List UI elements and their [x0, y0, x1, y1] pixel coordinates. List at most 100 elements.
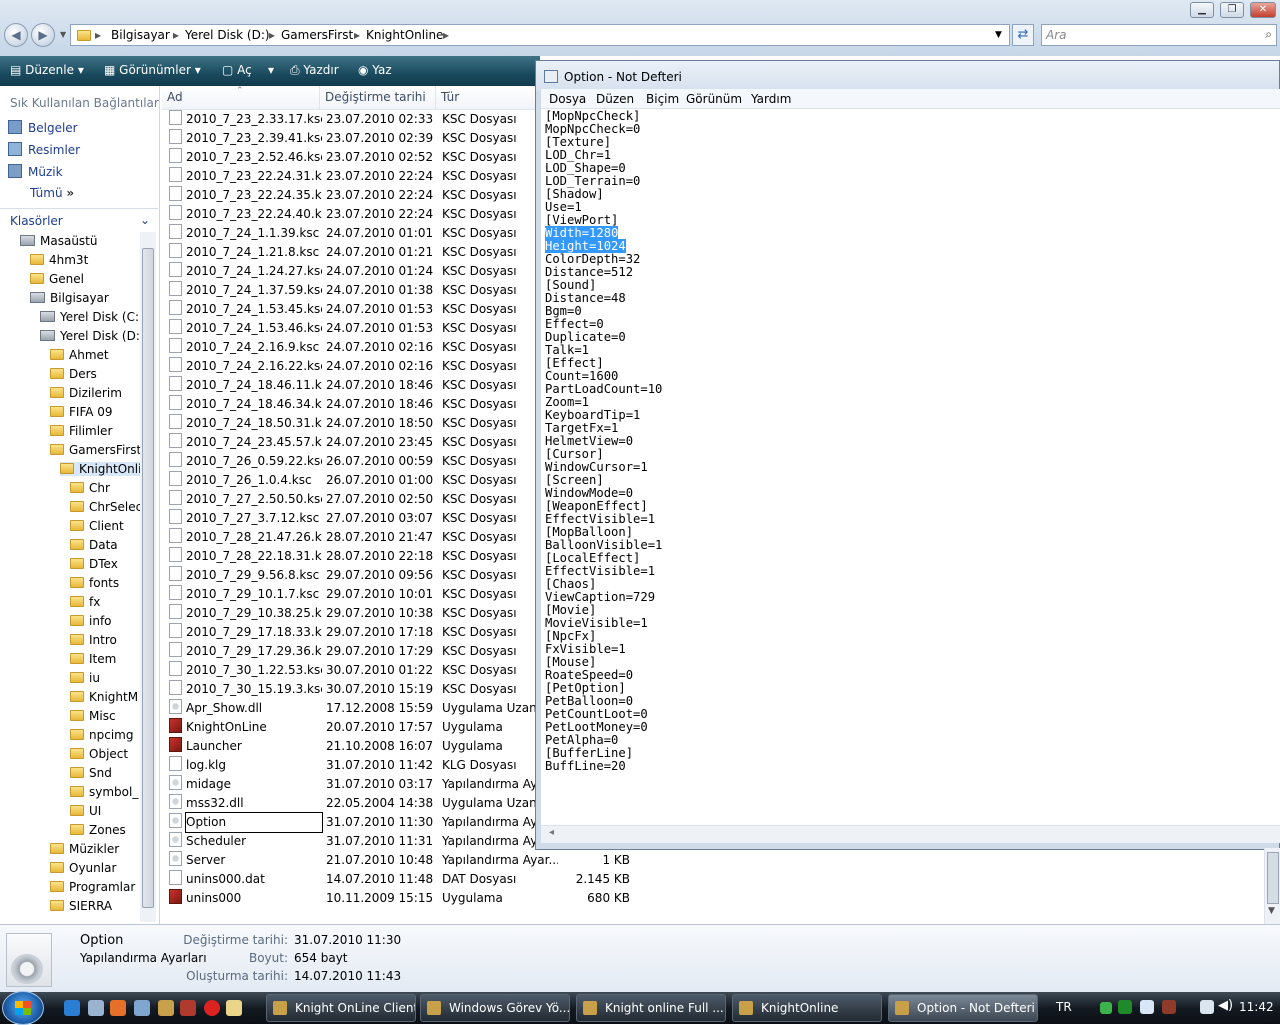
volume-icon[interactable]: ◀) — [1218, 998, 1233, 1013]
file-row[interactable]: unins000 10.11.2009 15:15 Uygulama 680 KB — [162, 889, 722, 908]
clock[interactable]: 11:42 — [1239, 1000, 1274, 1014]
favorite-all-link[interactable]: Tümü » — [30, 186, 74, 200]
scroll-left-icon[interactable]: ◂ — [549, 827, 554, 838]
favorite-documents[interactable]: Belgeler — [8, 120, 78, 135]
tree-folder[interactable]: fonts — [70, 576, 119, 590]
tree-scrollbar[interactable] — [140, 232, 156, 922]
refresh-button[interactable]: ⇄ — [1012, 24, 1034, 46]
network-icon[interactable] — [1100, 1002, 1112, 1014]
tree-folder[interactable]: 4hm3t — [30, 253, 88, 267]
search-input[interactable]: Ara ⌕ — [1041, 24, 1277, 46]
tree-folder[interactable]: Snd — [70, 766, 112, 780]
tree-folder[interactable]: KnightOnli — [60, 462, 146, 476]
taskbar-button[interactable]: Option - Not Defteri — [888, 994, 1038, 1022]
tree-folder[interactable]: Yerel Disk (C:) — [40, 310, 144, 324]
taskbar-button[interactable]: Knight online Full ... — [576, 994, 726, 1022]
address-field[interactable]: ▸ Bilgisayar ▸ Yerel Disk (D:) ▸ GamersF… — [70, 24, 1010, 46]
scroll-down-icon[interactable]: ▼ — [1268, 906, 1275, 916]
tree-folder[interactable]: SIERRA — [50, 899, 112, 913]
notepad-menu-item[interactable]: Düzen — [596, 92, 634, 106]
notepad-menu-item[interactable]: Yardım — [751, 92, 791, 106]
tree-folder[interactable]: Object — [70, 747, 128, 761]
taskbar-button[interactable]: Knight OnLine Client — [266, 994, 416, 1022]
tree-folder[interactable]: Misc — [70, 709, 116, 723]
tree-folder[interactable]: UI — [70, 804, 101, 818]
search-icon[interactable]: ⌕ — [1265, 27, 1272, 42]
language-indicator[interactable]: TR — [1056, 1000, 1072, 1014]
tree-folder[interactable]: KnightM — [70, 690, 138, 704]
folders-header[interactable]: Klasörler ⌄ — [0, 208, 158, 230]
tree-folder[interactable]: Yerel Disk (D:) — [40, 329, 145, 343]
chevron-down-icon[interactable]: ⌄ — [140, 213, 150, 227]
tree-folder[interactable]: Müzikler — [50, 842, 119, 856]
tray-monitor-icon[interactable] — [1140, 1000, 1154, 1014]
organize-button[interactable]: ▤ Düzenle ▾ — [10, 63, 84, 77]
start-button[interactable] — [2, 991, 44, 1025]
tray-game-icon[interactable] — [1162, 1000, 1176, 1014]
back-button[interactable]: ◀ — [4, 23, 28, 47]
tree-folder[interactable]: info — [70, 614, 112, 628]
tree-folder[interactable]: Programlar — [50, 880, 135, 894]
open-button[interactable]: ▢ Aç — [222, 63, 252, 77]
file-list-scrollbar[interactable]: ▼ — [1264, 848, 1280, 924]
minimize-button[interactable]: ▁ — [1190, 2, 1214, 18]
favorite-music[interactable]: Müzik — [8, 164, 63, 179]
close-button[interactable]: ✕ — [1250, 2, 1276, 18]
tree-folder[interactable]: iu — [70, 671, 100, 685]
game-icon[interactable] — [180, 1000, 196, 1016]
ie-icon[interactable] — [64, 1000, 80, 1016]
tree-folder[interactable]: Item — [70, 652, 116, 666]
open-dropdown-icon[interactable]: ▾ — [268, 63, 274, 77]
tree-folder[interactable]: Oyunlar — [50, 861, 116, 875]
tree-folder[interactable]: Client — [70, 519, 124, 533]
tray-network-icon[interactable] — [1200, 1000, 1214, 1014]
notepad-text-area[interactable]: [MopNpcCheck] MopNpcCheck=0 [Texture] LOD_C… — [541, 109, 1280, 825]
tree-folder[interactable]: Ahmet — [50, 348, 109, 362]
column-header-name[interactable]: Ad ⌃ — [162, 86, 320, 110]
file-row[interactable]: unins000.dat 14.07.2010 11:48 DAT Dosyası 2… — [162, 870, 722, 889]
tree-folder[interactable]: Zones — [70, 823, 126, 837]
tree-folder[interactable]: Masaüstü — [20, 234, 97, 248]
favorite-pictures[interactable]: Resimler — [8, 142, 80, 157]
breadcrumb-item[interactable]: Bilgisayar — [111, 28, 170, 42]
breadcrumb-item[interactable]: GamersFirst — [281, 28, 353, 42]
taskbar-button[interactable]: Windows Görev Yö... — [420, 994, 570, 1022]
tray-app-icon[interactable] — [1118, 1000, 1132, 1014]
print-button[interactable]: ⎙ Yazdır — [290, 63, 339, 78]
tree-folder[interactable]: Intro — [70, 633, 117, 647]
opera-icon[interactable] — [204, 1000, 220, 1016]
tree-folder[interactable]: Filimler — [50, 424, 112, 438]
notepad-titlebar[interactable]: Option - Not Defteri — [536, 61, 1279, 91]
forward-button[interactable]: ▶ — [31, 23, 55, 47]
tree-folder[interactable]: Ders — [50, 367, 97, 381]
breadcrumb-item[interactable]: KnightOnline — [366, 28, 443, 42]
notepad-menu-item[interactable]: Dosya — [549, 92, 586, 106]
tree-folder[interactable]: Genel — [30, 272, 84, 286]
breadcrumb-item[interactable]: Yerel Disk (D:) — [185, 28, 270, 42]
tree-folder[interactable]: GamersFirst — [50, 443, 141, 457]
burn-button[interactable]: ◉ Yaz — [358, 63, 392, 77]
tree-folder[interactable]: DTex — [70, 557, 118, 571]
tree-folder[interactable]: npcimg — [70, 728, 133, 742]
notepad-menu-item[interactable]: Biçim — [646, 92, 679, 106]
tree-folder[interactable]: FIFA 09 — [50, 405, 113, 419]
quicklaunch-app-icon[interactable] — [158, 1000, 174, 1016]
notepad-menu-item[interactable]: Görünüm — [686, 92, 742, 106]
address-dropdown-icon[interactable]: ▼ — [995, 30, 1002, 40]
show-desktop-icon[interactable] — [88, 1000, 104, 1016]
tree-folder[interactable]: fx — [70, 595, 100, 609]
views-button[interactable]: ▦ Görünümler ▾ — [104, 63, 201, 77]
file-row[interactable]: Server 21.07.2010 10:48 Yapılandırma Ayar.… — [162, 851, 722, 870]
tree-folder[interactable]: Dizilerim — [50, 386, 122, 400]
notepad-quick-icon[interactable] — [226, 1000, 242, 1016]
tree-folder[interactable]: symbol_ — [70, 785, 138, 799]
column-header-date[interactable]: Değiştirme tarihi — [320, 86, 436, 110]
history-dropdown-icon[interactable]: ▼ — [60, 30, 66, 39]
tree-folder[interactable]: ChrSelect — [70, 500, 147, 514]
notepad-horizontal-scrollbar[interactable]: ◂ — [541, 825, 1280, 843]
tree-folder[interactable]: Bilgisayar — [30, 291, 109, 305]
maximize-button[interactable]: ❐ — [1220, 2, 1244, 18]
firefox-icon[interactable] — [110, 1000, 126, 1016]
taskbar-button[interactable]: KnightOnline — [732, 994, 882, 1022]
window-switcher-icon[interactable] — [134, 1000, 150, 1016]
